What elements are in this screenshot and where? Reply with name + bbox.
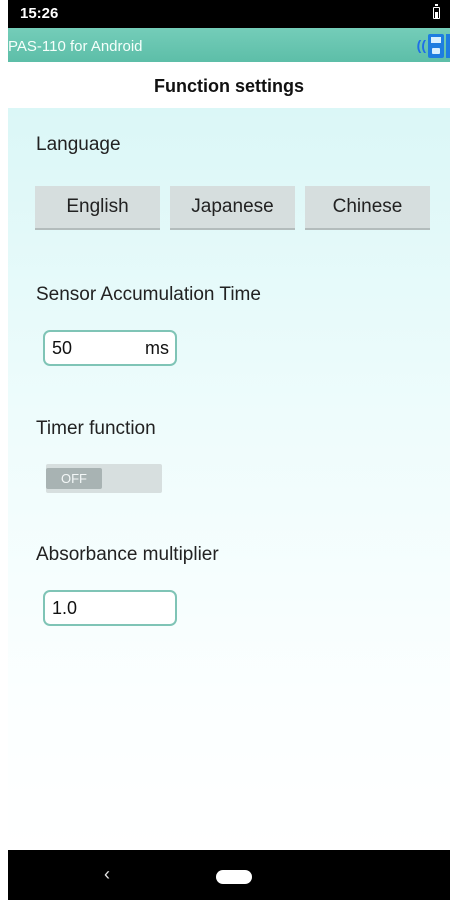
app-title: PAS-110 for Android (8, 38, 143, 55)
japanese-button[interactable]: Japanese (170, 186, 295, 230)
language-label: Language (36, 134, 121, 155)
status-time: 15:26 (20, 5, 59, 22)
navigation-bar: ‹ (8, 850, 450, 900)
home-icon[interactable] (216, 870, 252, 884)
device-icon[interactable] (428, 34, 444, 58)
absorbance-multiplier-input[interactable]: 1.0 (43, 590, 177, 626)
sensor-accumulation-input[interactable]: 50 ms (43, 330, 177, 366)
wireless-signal-icon: (( (416, 37, 426, 53)
timer-toggle-state: OFF (46, 468, 102, 489)
page-header: Function settings (8, 62, 450, 108)
back-icon[interactable]: ‹ (104, 864, 110, 885)
sensor-accumulation-unit: ms (145, 338, 169, 358)
sensor-accumulation-label: Sensor Accumulation Time (36, 284, 261, 305)
app-bar: PAS-110 for Android (( (8, 28, 450, 62)
sensor-accumulation-value: 50 (52, 338, 73, 358)
absorbance-multiplier-value: 1.0 (52, 598, 78, 618)
device-icon-edge (446, 34, 450, 58)
page-title: Function settings (154, 76, 304, 96)
chinese-button[interactable]: Chinese (305, 186, 430, 230)
timer-function-label: Timer function (36, 418, 156, 439)
device-screen: 15:26 PAS-110 for Android (( Function se… (8, 0, 450, 900)
status-bar: 15:26 (8, 0, 450, 28)
absorbance-multiplier-label: Absorbance multiplier (36, 544, 219, 565)
timer-toggle[interactable]: OFF (46, 464, 162, 493)
settings-page: Function settings Language English Japan… (8, 62, 450, 850)
battery-icon (433, 4, 440, 19)
english-button[interactable]: English (35, 186, 160, 230)
